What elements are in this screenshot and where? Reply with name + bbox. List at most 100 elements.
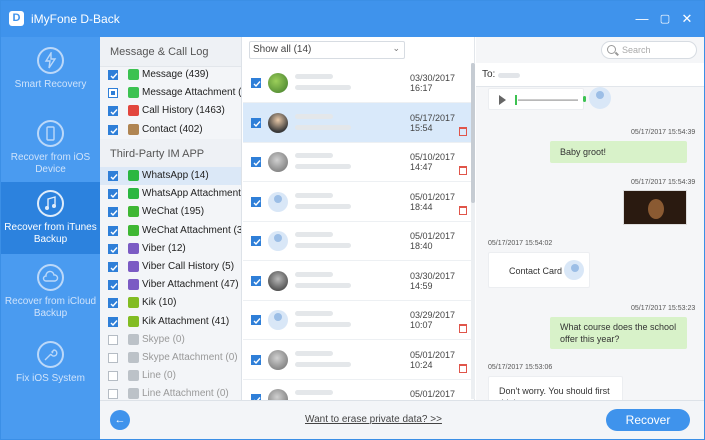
nav-item-itunes-backup[interactable]: Recover from iTunes Backup bbox=[1, 182, 100, 254]
message-bubble-outgoing: What course does the school offer this y… bbox=[550, 317, 687, 349]
minimize-button[interactable]: — bbox=[632, 9, 652, 29]
checkbox[interactable] bbox=[108, 88, 118, 99]
close-button[interactable]: ✕ bbox=[677, 9, 697, 29]
nav-item-smart-recovery[interactable]: Smart Recovery bbox=[1, 39, 100, 111]
erase-private-data-link[interactable]: Want to erase private data? >> bbox=[305, 414, 442, 425]
checkbox[interactable] bbox=[108, 106, 118, 117]
category-row[interactable]: Viber Attachment (47) bbox=[100, 276, 241, 294]
checkbox[interactable] bbox=[108, 280, 118, 291]
category-row[interactable]: WhatsApp Attachment (619) bbox=[100, 185, 241, 203]
sidebar-nav: Smart Recovery Recover from iOS Device R… bbox=[1, 37, 100, 439]
checkbox[interactable] bbox=[108, 171, 118, 181]
checkbox[interactable] bbox=[108, 124, 118, 135]
category-label: Message Attachment (9) bbox=[142, 87, 242, 99]
nav-item-fix-ios[interactable]: Fix iOS System bbox=[1, 333, 100, 405]
avatar bbox=[268, 349, 288, 370]
category-row[interactable]: WeChat (195) bbox=[100, 203, 241, 221]
checkbox[interactable] bbox=[108, 298, 118, 309]
nav-item-ios-device[interactable]: Recover from iOS Device bbox=[1, 112, 100, 184]
to-label: To: bbox=[482, 69, 496, 80]
show-filter-dropdown[interactable]: Show all (14) ⌄ bbox=[249, 41, 405, 59]
checkbox[interactable] bbox=[108, 371, 118, 382]
checkbox[interactable] bbox=[251, 315, 261, 325]
avatar bbox=[268, 270, 288, 291]
trash-icon bbox=[459, 324, 467, 333]
checkbox[interactable] bbox=[108, 243, 118, 254]
avatar bbox=[589, 87, 611, 109]
contact-name-blurred bbox=[295, 390, 333, 395]
category-row[interactable]: Message Attachment (9) bbox=[100, 84, 241, 102]
conversation-row[interactable]: 05/01/2017 18:44 bbox=[243, 182, 474, 222]
category-row[interactable]: WhatsApp (14) bbox=[100, 167, 241, 185]
conversation-row[interactable]: 03/30/2017 16:17 bbox=[243, 63, 474, 103]
checkbox[interactable] bbox=[108, 262, 118, 272]
conversation-row[interactable]: 05/17/2017 15:54 bbox=[243, 102, 474, 143]
app-icon bbox=[128, 352, 139, 363]
conversation-row[interactable]: 03/30/2017 14:59 bbox=[243, 261, 474, 301]
checkbox[interactable] bbox=[251, 236, 261, 246]
category-row[interactable]: Contact (402) bbox=[100, 121, 241, 139]
category-row[interactable]: Skype (0) bbox=[100, 331, 241, 349]
nav-item-icloud-backup[interactable]: Recover from iCloud Backup bbox=[1, 256, 100, 328]
category-row[interactable]: Message (439) bbox=[100, 66, 241, 84]
category-row[interactable]: Viber Call History (5) bbox=[100, 258, 241, 276]
category-row[interactable]: Call History (1463) bbox=[100, 102, 241, 120]
search-icon bbox=[607, 45, 616, 54]
app-icon bbox=[128, 279, 139, 291]
checkbox[interactable] bbox=[251, 196, 261, 207]
category-row[interactable]: WeChat Attachment (37368) bbox=[100, 222, 241, 240]
conversation-list: Show all (14) ⌄ 03/30/2017 16:17 05/17/20… bbox=[243, 37, 475, 400]
category-label: Message (439) bbox=[142, 69, 209, 80]
app-window: D iMyFone D-Back — ▢ ✕ Smart Recovery Re… bbox=[0, 0, 705, 440]
checkbox[interactable] bbox=[108, 334, 118, 345]
audio-message[interactable] bbox=[488, 88, 586, 110]
checkbox[interactable] bbox=[108, 225, 118, 236]
checkbox[interactable] bbox=[251, 157, 261, 167]
message-preview-blurred bbox=[295, 282, 351, 288]
checkbox[interactable] bbox=[108, 207, 118, 218]
search-input[interactable]: Search bbox=[601, 41, 697, 59]
trash-icon bbox=[459, 363, 467, 373]
checkbox[interactable] bbox=[251, 78, 261, 88]
category-row[interactable]: Skype Attachment (0) bbox=[100, 349, 241, 367]
category-row[interactable]: Line (0) bbox=[100, 367, 241, 385]
checkbox[interactable] bbox=[251, 354, 261, 365]
conversation-row[interactable]: 05/01/2017 10:24 bbox=[243, 379, 474, 400]
conversation-row[interactable]: 05/01/2017 10:24 bbox=[243, 340, 474, 380]
category-row[interactable]: Viber (12) bbox=[100, 240, 241, 258]
app-logo: D bbox=[9, 11, 24, 26]
nav-label: Recover from iCloud Backup bbox=[4, 296, 97, 319]
category-label: WeChat (195) bbox=[142, 206, 205, 218]
scrollbar-thumb[interactable] bbox=[471, 63, 475, 203]
app-icon bbox=[128, 370, 139, 382]
checkbox[interactable] bbox=[251, 117, 261, 128]
avatar bbox=[268, 310, 288, 330]
category-row[interactable]: Kik Attachment (41) bbox=[100, 313, 241, 331]
app-icon bbox=[128, 242, 139, 254]
category-row[interactable]: Line Attachment (0) bbox=[100, 385, 241, 400]
contact-card-message[interactable]: Contact Card bbox=[488, 252, 590, 288]
recover-button[interactable]: Recover bbox=[606, 409, 690, 431]
app-icon bbox=[128, 333, 139, 345]
contact-avatar-icon bbox=[564, 260, 584, 280]
category-row[interactable]: Kik (10) bbox=[100, 294, 241, 312]
conversation-row[interactable]: 05/01/2017 18:40 bbox=[243, 221, 474, 261]
checkbox[interactable] bbox=[108, 189, 118, 200]
checkbox[interactable] bbox=[251, 275, 261, 286]
checkbox[interactable] bbox=[108, 316, 118, 327]
conversation-row[interactable]: 03/29/2017 10:07 bbox=[243, 300, 474, 340]
nav-label: Fix iOS System bbox=[16, 373, 85, 384]
section-header-message-call-log: Message & Call Log bbox=[100, 37, 241, 67]
category-label: WhatsApp Attachment (619) bbox=[142, 188, 241, 200]
list-scrollbar[interactable] bbox=[471, 63, 475, 399]
checkbox[interactable] bbox=[108, 353, 118, 363]
image-attachment[interactable] bbox=[623, 190, 687, 225]
app-icon bbox=[128, 188, 139, 200]
checkbox[interactable] bbox=[108, 389, 118, 400]
maximize-button[interactable]: ▢ bbox=[655, 9, 675, 29]
avatar bbox=[268, 73, 288, 93]
conversation-row[interactable]: 05/10/2017 14:47 bbox=[243, 142, 474, 182]
back-button[interactable]: ← bbox=[110, 410, 130, 430]
avatar bbox=[268, 231, 288, 251]
checkbox[interactable] bbox=[108, 70, 118, 80]
